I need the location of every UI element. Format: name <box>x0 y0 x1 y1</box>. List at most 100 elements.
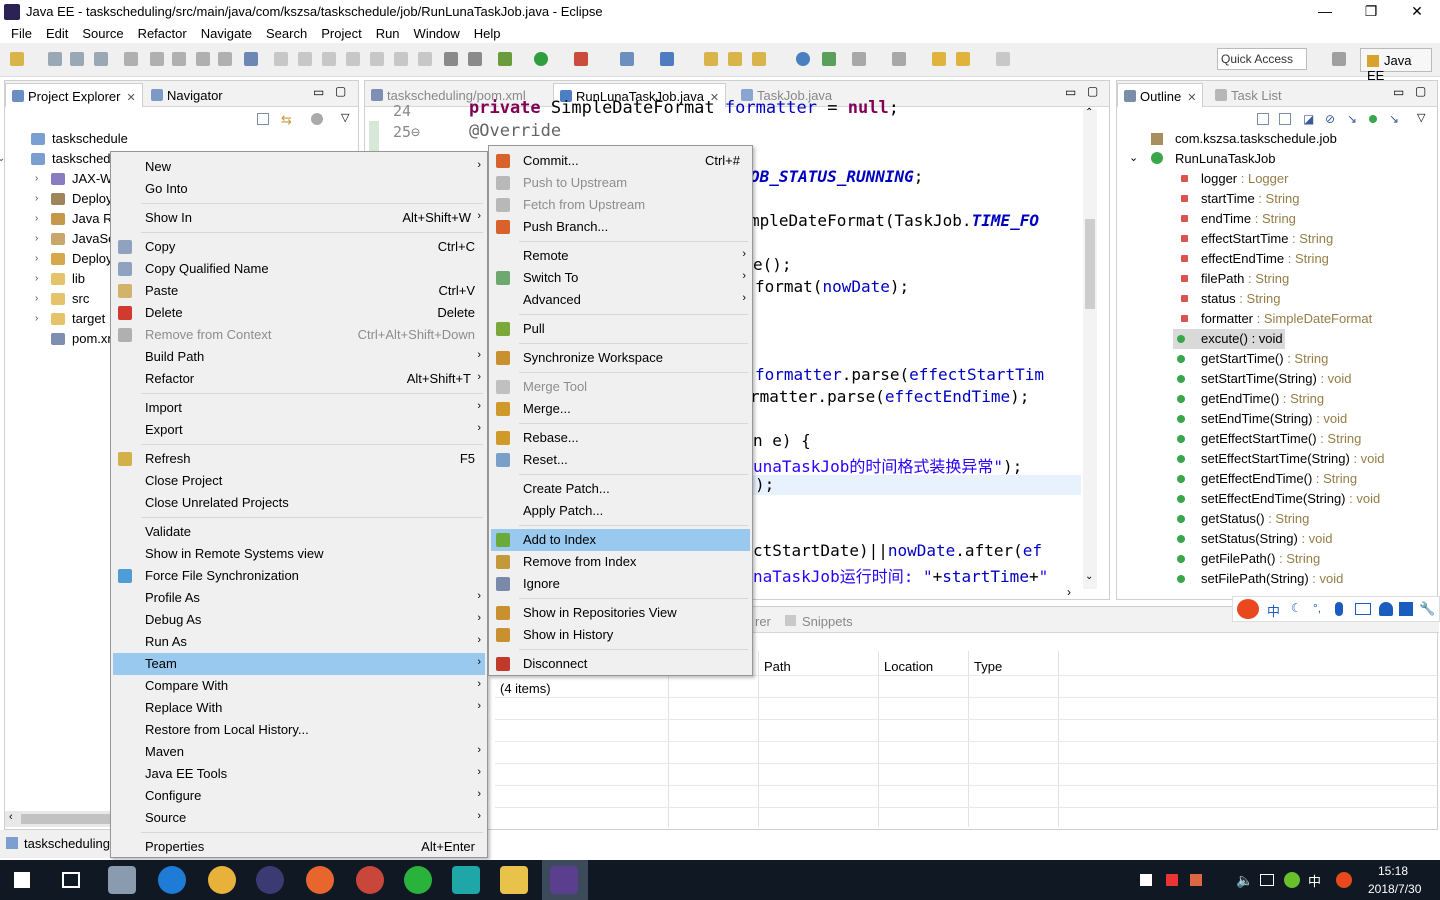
menu-item-show-in[interactable]: Show In Alt+Shift+W › <box>113 207 485 229</box>
menu-item-push-branch[interactable]: Push Branch... <box>491 216 750 238</box>
ime-tray-indicator[interactable]: 中 <box>1308 871 1321 890</box>
scroll-up-icon[interactable]: ⌃ <box>1085 107 1093 118</box>
scrollbar-thumb[interactable] <box>21 814 111 824</box>
sort-icon[interactable] <box>1279 113 1291 125</box>
expand-arrow-icon[interactable]: › <box>35 213 38 224</box>
tab-snippets[interactable]: Snippets <box>802 614 853 629</box>
expand-arrow-icon[interactable]: › <box>35 233 38 244</box>
run-icon[interactable] <box>534 52 548 66</box>
open-type-icon[interactable] <box>704 52 718 66</box>
filter-icon[interactable] <box>311 113 323 125</box>
menu-item-profile-as[interactable]: Profile As › <box>113 587 485 609</box>
menu-item-source[interactable]: Source › <box>113 807 485 829</box>
punctuation-icon[interactable]: °, <box>1313 601 1321 615</box>
tab-navigator[interactable]: Navigator <box>145 83 229 107</box>
menu-item-reset[interactable]: Reset... <box>491 449 750 471</box>
menu-file[interactable]: File <box>4 26 39 41</box>
toolbar-icon[interactable] <box>752 52 766 66</box>
new-icon[interactable] <box>10 52 24 66</box>
column-header-type[interactable]: Type <box>974 659 1002 674</box>
outline-member[interactable]: startTime : String <box>1117 189 1417 209</box>
outline-member[interactable]: getFilePath() : String <box>1117 549 1417 569</box>
tab-partial[interactable]: rer <box>755 614 771 629</box>
menu-item-merge-tool[interactable]: Merge Tool <box>491 376 750 398</box>
menu-item-remote[interactable]: Remote › <box>491 245 750 267</box>
menu-item-pull[interactable]: Pull <box>491 318 750 340</box>
column-header-path[interactable]: Path <box>764 659 791 674</box>
microphone-icon[interactable] <box>1335 602 1343 616</box>
open-perspective-icon[interactable] <box>1332 52 1346 66</box>
webstorm-icon[interactable] <box>452 866 480 894</box>
globe-icon[interactable] <box>796 52 810 66</box>
menu-item-copy-qualified-name[interactable]: Copy Qualified Name <box>113 258 485 280</box>
menu-item-import[interactable]: Import › <box>113 397 485 419</box>
outline-member[interactable]: effectEndTime : String <box>1117 249 1417 269</box>
clock-date[interactable]: 2018/7/30 <box>1368 882 1421 896</box>
menu-edit[interactable]: Edit <box>39 26 75 41</box>
outline-member[interactable]: formatter : SimpleDateFormat <box>1117 309 1417 329</box>
minimize-button[interactable]: — <box>1302 0 1348 23</box>
back-icon[interactable] <box>932 52 946 66</box>
step-icon[interactable] <box>370 52 384 66</box>
hide-local-types-icon[interactable]: ↘ <box>1389 112 1399 126</box>
toolbar-icon[interactable] <box>196 52 210 66</box>
chrome-icon[interactable] <box>208 866 236 894</box>
close-icon[interactable]: ✕ <box>126 92 135 104</box>
wrench-icon[interactable]: 🔧 <box>1419 601 1435 617</box>
view-menu-icon[interactable]: ▽ <box>341 111 349 124</box>
expand-arrow-icon[interactable]: › <box>35 253 38 264</box>
hide-static-icon[interactable]: ⊘ <box>1325 112 1335 126</box>
skin-icon[interactable] <box>1399 602 1413 616</box>
menu-window[interactable]: Window <box>407 26 467 41</box>
menu-item-paste[interactable]: Paste Ctrl+V <box>113 280 485 302</box>
outline-member[interactable]: getEffectStartTime() : String <box>1117 429 1417 449</box>
tab-task-list[interactable]: Task List <box>1209 83 1288 107</box>
horizontal-scrollbar[interactable]: ‹ <box>5 811 115 827</box>
scroll-right-icon[interactable]: › <box>1067 585 1071 599</box>
moon-icon[interactable]: ☾ <box>1291 601 1302 615</box>
public-filter-icon[interactable] <box>1369 115 1377 123</box>
toolbar-icon[interactable] <box>124 52 138 66</box>
expand-arrow-icon[interactable]: ⌄ <box>0 153 5 164</box>
toolbar-icon[interactable] <box>218 52 232 66</box>
suspend-icon[interactable] <box>298 52 312 66</box>
toolbar-icon[interactable] <box>660 52 674 66</box>
expand-arrow-icon[interactable]: › <box>35 313 38 324</box>
editor-vertical-scrollbar[interactable]: ⌃ ⌄ <box>1083 107 1097 589</box>
link-editor-icon[interactable]: ⇆ <box>281 112 292 128</box>
menu-item-fetch-from-upstream[interactable]: Fetch from Upstream <box>491 194 750 216</box>
column-header-location[interactable]: Location <box>884 659 933 674</box>
menu-item-disconnect[interactable]: Disconnect <box>491 653 750 675</box>
menu-item-java-ee-tools[interactable]: Java EE Tools › <box>113 763 485 785</box>
keyboard-icon[interactable] <box>1355 603 1371 615</box>
maximize-view-icon[interactable]: ▢ <box>1087 84 1098 98</box>
menu-item-ignore[interactable]: Ignore <box>491 573 750 595</box>
toolbar-icon[interactable] <box>244 52 258 66</box>
maximize-button[interactable]: ❐ <box>1348 0 1394 23</box>
outline-member[interactable]: setEffectEndTime(String) : void <box>1117 489 1417 509</box>
menu-item-create-patch[interactable]: Create Patch... <box>491 478 750 500</box>
menu-item-show-in-repositories-view[interactable]: Show in Repositories View <box>491 602 750 624</box>
menu-item-switch-to[interactable]: Switch To › <box>491 267 750 289</box>
menu-item-refactor[interactable]: Refactor Alt+Shift+T › <box>113 368 485 390</box>
menu-item-run-as[interactable]: Run As › <box>113 631 485 653</box>
menu-item-show-in-remote-systems-view[interactable]: Show in Remote Systems view <box>113 543 485 565</box>
scroll-down-icon[interactable]: ⌄ <box>1085 571 1093 582</box>
menu-item-restore-from-local-history[interactable]: Restore from Local History... <box>113 719 485 741</box>
hide-fields-icon[interactable]: ◪ <box>1303 112 1314 126</box>
expand-arrow-icon[interactable]: › <box>35 193 38 204</box>
resume-icon[interactable] <box>274 52 288 66</box>
toolbar-icon[interactable] <box>728 52 742 66</box>
external-tools-icon[interactable] <box>574 52 588 66</box>
maximize-view-icon[interactable]: ▢ <box>335 84 346 98</box>
back-icon[interactable] <box>956 52 970 66</box>
expand-arrow-icon[interactable]: › <box>35 293 38 304</box>
menu-project[interactable]: Project <box>314 26 368 41</box>
toolbar-icon[interactable] <box>852 52 866 66</box>
network-icon[interactable] <box>1260 874 1274 886</box>
menu-item-validate[interactable]: Validate <box>113 521 485 543</box>
clock-time[interactable]: 15:18 <box>1378 864 1408 878</box>
menu-item-close-unrelated-projects[interactable]: Close Unrelated Projects <box>113 492 485 514</box>
menu-item-add-to-index[interactable]: Add to Index <box>491 529 750 551</box>
menu-refactor[interactable]: Refactor <box>131 26 194 41</box>
